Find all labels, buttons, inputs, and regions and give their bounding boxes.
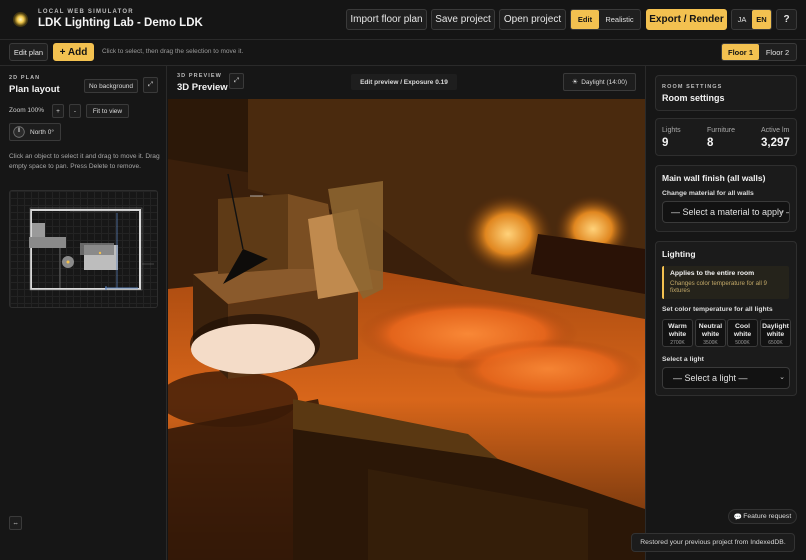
color-temp-title: Set color temperature for all lights	[662, 306, 773, 313]
expand-preview-icon[interactable]: ⤢	[229, 73, 244, 89]
select-light-title: Select a light	[662, 356, 704, 363]
help-button[interactable]: ?	[776, 9, 797, 30]
no-background-button[interactable]: No background	[84, 79, 138, 93]
daylight-button[interactable]: ☀ Daylight (14:00)	[563, 73, 636, 91]
save-project-button[interactable]: Save project	[431, 9, 495, 30]
brand-kicker: LOCAL WEB SIMULATOR	[38, 9, 134, 15]
temp-cool-label: Cool white	[733, 323, 752, 338]
stat-furniture-value: 8	[707, 137, 714, 149]
zoom-in-button[interactable]: +	[52, 104, 64, 118]
restore-toast: Restored your previous project from Inde…	[631, 533, 795, 552]
bulb-logo-icon	[13, 12, 28, 27]
temp-warm-kelvin: 2700K	[670, 340, 685, 346]
add-object-button[interactable]: + Add	[53, 43, 94, 61]
temp-neutral-label: Neutral white	[698, 323, 723, 338]
wall-finish-title: Main wall finish (all walls)	[662, 173, 766, 183]
temp-daylight-label: Daylight white	[762, 323, 789, 338]
view-mode-toggle: Edit Realistic	[570, 9, 641, 30]
zoom-out-button[interactable]: -	[69, 104, 81, 118]
edit-plan-button[interactable]: Edit plan	[9, 43, 48, 61]
sun-icon: ☀	[571, 79, 579, 86]
toolbar-hint: Click to select, then drag the selection…	[102, 48, 244, 55]
floor-2-tab[interactable]: Floor 2	[759, 44, 796, 60]
3d-render-canvas[interactable]	[168, 99, 645, 560]
stat-lights-label: Lights	[662, 127, 681, 134]
lang-ja-button[interactable]: JA	[732, 10, 752, 29]
daylight-label: Daylight (14:00)	[581, 78, 628, 86]
temp-cool-kelvin: 5000K	[735, 340, 750, 346]
export-render-button[interactable]: Export / Render	[646, 9, 727, 30]
light-select-value: — Select a light —	[673, 373, 748, 383]
plan-canvas[interactable]	[9, 190, 158, 308]
zoom-level: Zoom 100%	[9, 107, 45, 114]
lang-en-button[interactable]: EN	[752, 10, 771, 29]
speech-bubble-icon: 💬	[733, 513, 743, 521]
temp-neutral-button[interactable]: Neutral white 3500K	[695, 319, 726, 347]
chevron-down-icon: ⌄	[779, 374, 785, 381]
preview-title: 3D Preview	[177, 82, 228, 93]
plan-kicker: 2D PLAN	[9, 75, 41, 81]
wall-finish-subtitle: Change material for all walls	[662, 190, 754, 197]
wall-material-select[interactable]: — Select a material to apply — ⌄	[662, 201, 790, 223]
temp-warm-button[interactable]: Warm white 2700K	[662, 319, 693, 347]
temp-daylight-button[interactable]: Daylight white 6500K	[760, 319, 791, 347]
preview-status: Edit preview / Exposure 0.19	[351, 74, 457, 90]
plan-help-text: Click an object to select it and drag to…	[9, 153, 160, 170]
feature-request-label: Feature request	[743, 513, 792, 520]
light-select[interactable]: — Select a light — ⌄	[662, 367, 790, 389]
floor-switcher: Floor 1 Floor 2	[721, 43, 797, 61]
settings-kicker: ROOM SETTINGS	[662, 84, 723, 90]
temp-daylight-kelvin: 6500K	[768, 340, 783, 346]
compass-icon	[13, 126, 25, 138]
notice-text: Changes color temperature for all 9 fixt…	[670, 280, 767, 295]
lighting-scope-notice: Applies to the entire room Changes color…	[662, 266, 789, 299]
collapse-panel-icon[interactable]: ⇔	[9, 516, 22, 530]
floor-1-tab[interactable]: Floor 1	[722, 44, 759, 60]
import-floor-plan-button[interactable]: Import floor plan	[346, 9, 427, 30]
north-label: North 0°	[30, 128, 54, 136]
preview-kicker: 3D PREVIEW	[177, 73, 222, 79]
stat-lights-value: 9	[662, 137, 669, 149]
rendered-room-scene	[168, 99, 645, 560]
language-toggle: JA EN	[731, 9, 772, 30]
stat-furniture-label: Furniture	[707, 127, 736, 134]
project-title: LDK Lighting Lab - Demo LDK	[38, 17, 203, 29]
wall-material-value: — Select a material to apply —	[671, 207, 790, 217]
settings-title: Room settings	[662, 93, 725, 103]
lighting-title: Lighting	[662, 249, 696, 259]
mode-realistic-button[interactable]: Realistic	[599, 10, 640, 29]
north-compass-control[interactable]: North 0°	[9, 123, 61, 141]
chevron-down-icon: ⌄	[779, 208, 785, 215]
app-header: LOCAL WEB SIMULATOR LDK Lighting Lab - D…	[0, 0, 806, 40]
expand-plan-icon[interactable]: ⤢	[143, 77, 158, 93]
temp-cool-button[interactable]: Cool white 5000K	[727, 319, 758, 347]
mode-edit-button[interactable]: Edit	[571, 10, 599, 29]
fit-to-view-button[interactable]: Fit to view	[86, 104, 129, 118]
plan-title: Plan layout	[9, 84, 60, 95]
stat-lumens-label: Active lm	[761, 127, 790, 134]
feature-request-button[interactable]: 💬 Feature request	[728, 509, 797, 524]
floor-plan-drawing	[29, 207, 154, 291]
temp-warm-label: Warm white	[668, 323, 687, 338]
temp-neutral-kelvin: 3500K	[703, 340, 718, 346]
stat-lumens-value: 3,297	[761, 137, 790, 149]
open-project-button[interactable]: Open project	[499, 9, 566, 30]
notice-title: Applies to the entire room	[670, 270, 755, 277]
